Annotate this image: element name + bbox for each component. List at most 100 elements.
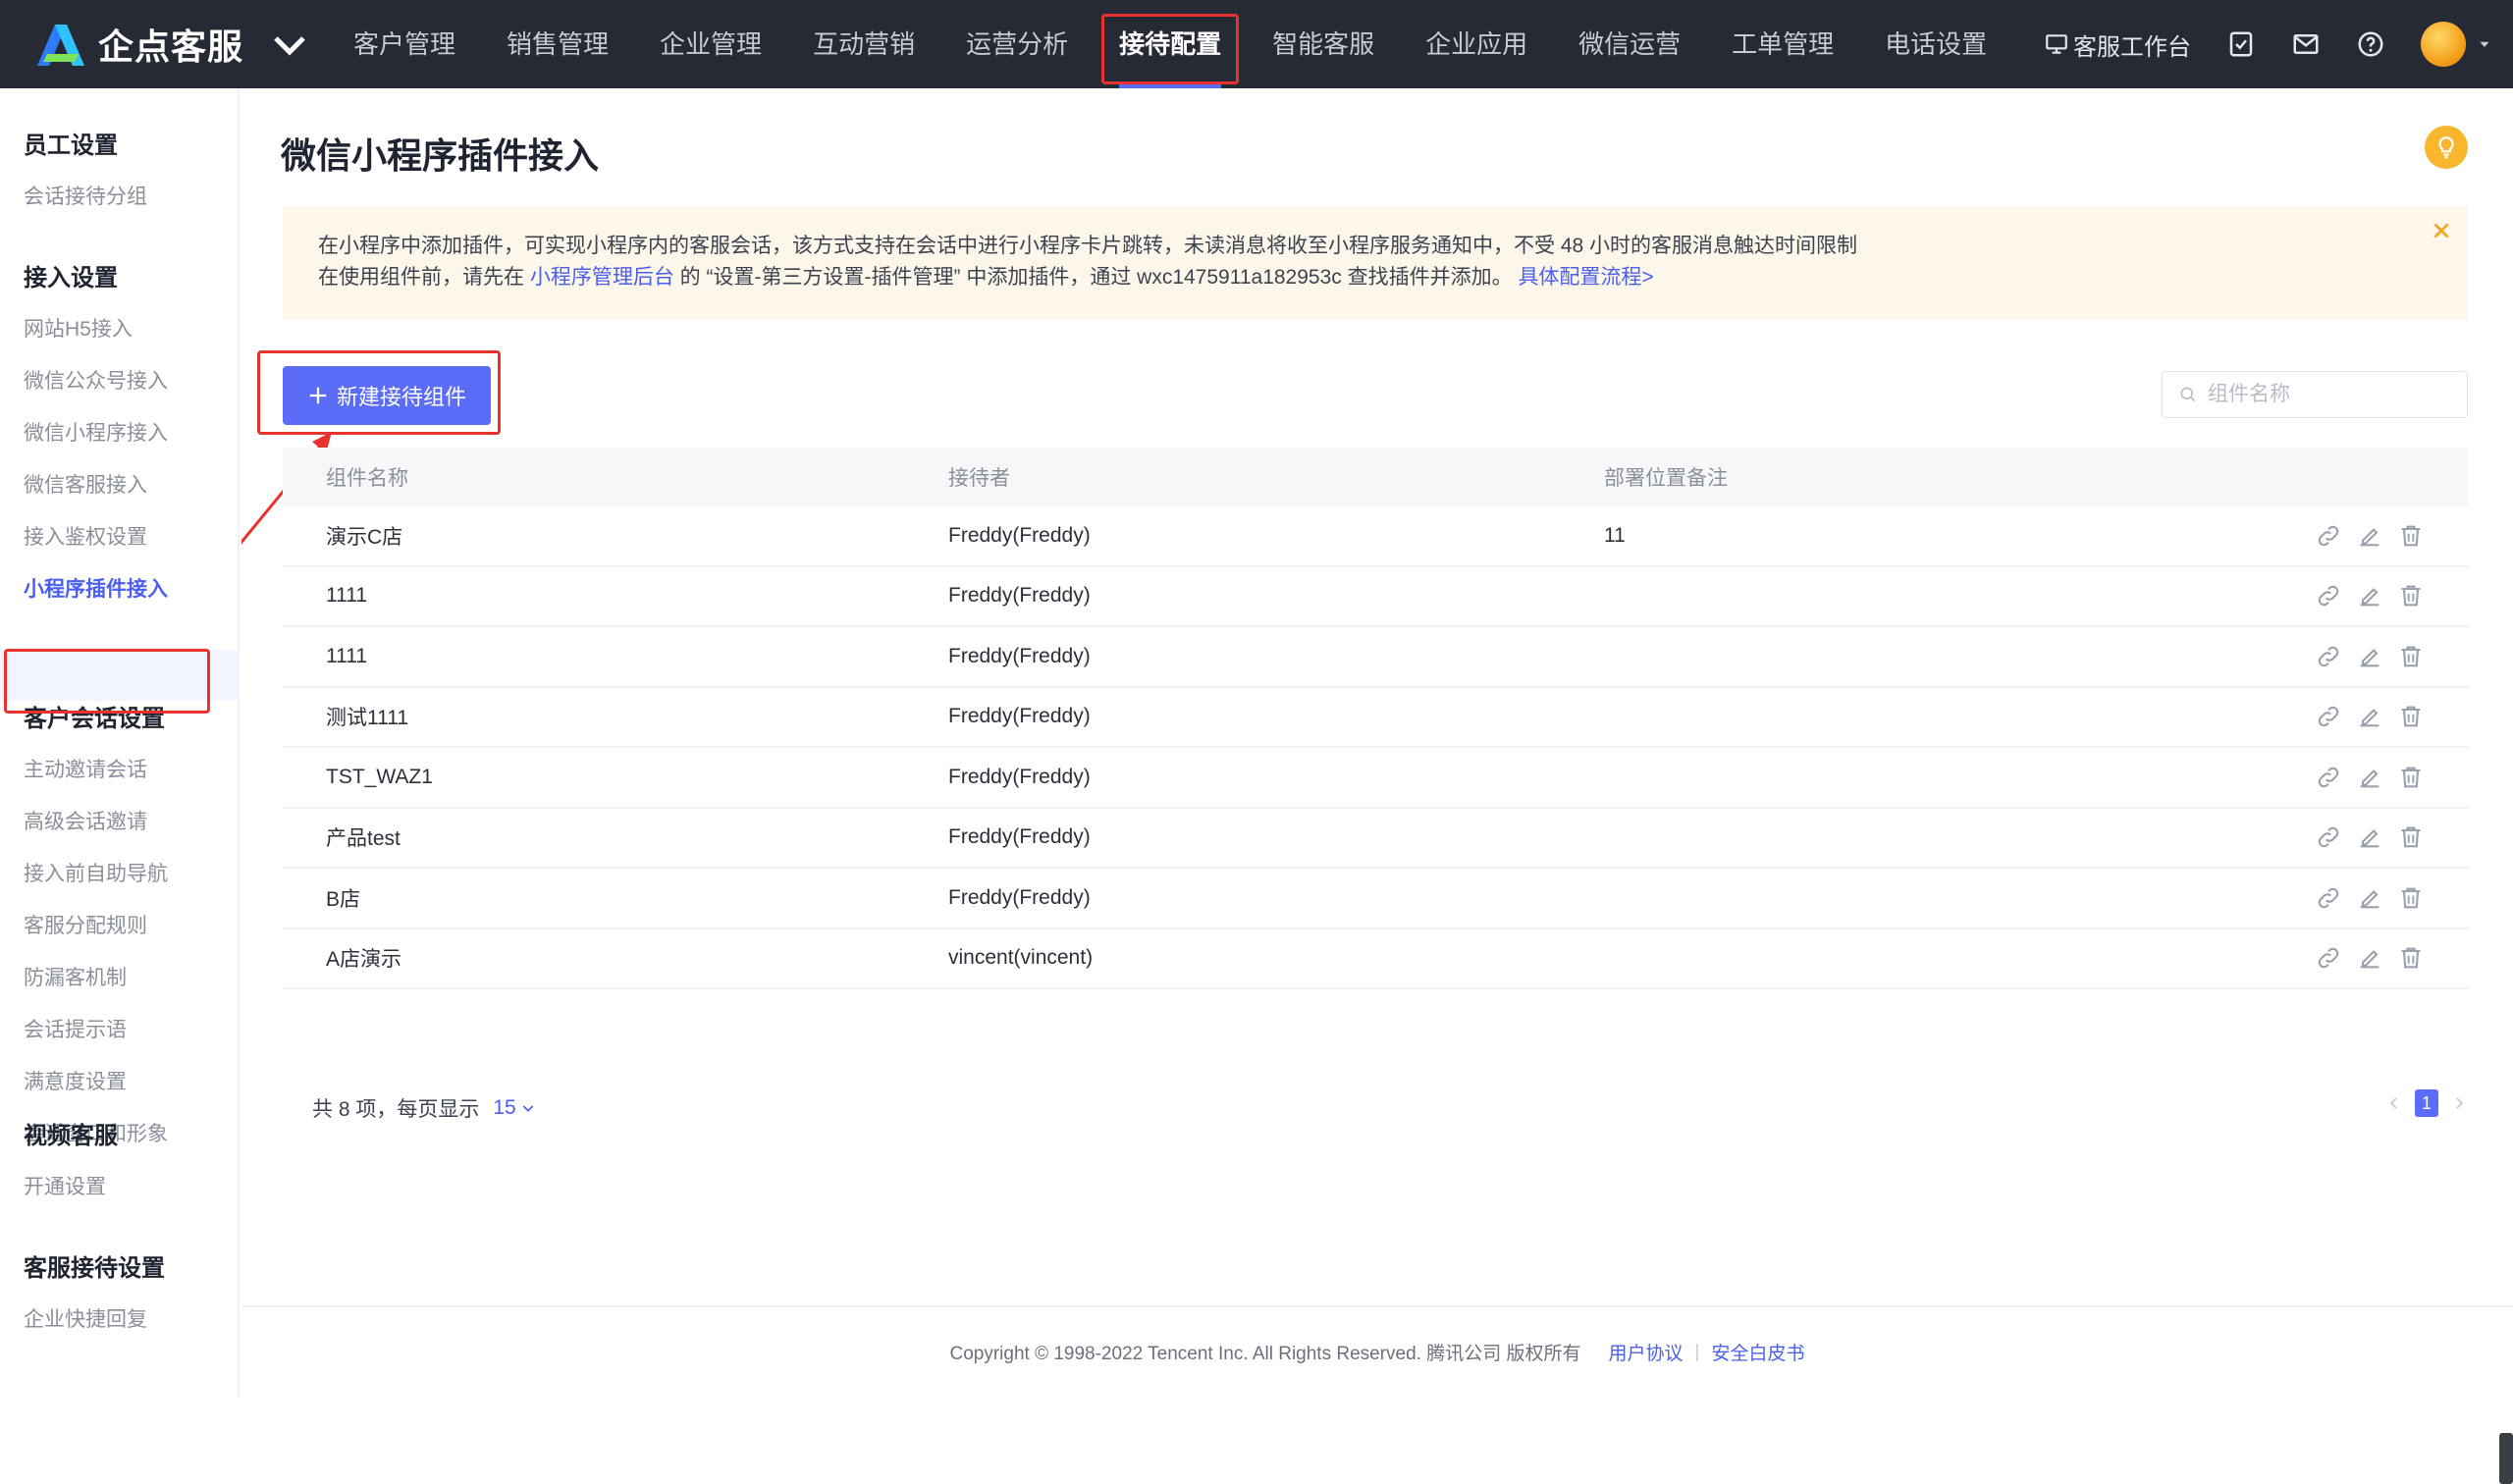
- sidebar-item[interactable]: 网站H5接入: [24, 313, 133, 343]
- trash-icon[interactable]: [2397, 582, 2425, 610]
- edit-icon[interactable]: [2356, 884, 2383, 912]
- link-icon[interactable]: [2315, 823, 2342, 851]
- trash-icon[interactable]: [2397, 643, 2425, 670]
- table-row: A店演示 vincent(vincent): [283, 929, 2468, 989]
- search-input[interactable]: [2208, 383, 2453, 406]
- page-title: 微信小程序插件接入: [281, 135, 600, 176]
- help-icon[interactable]: [2356, 29, 2385, 59]
- sidebar-item[interactable]: 高级会话邀请: [24, 806, 147, 835]
- highlight-box: [4, 649, 210, 714]
- edit-icon[interactable]: [2356, 703, 2383, 730]
- nav-item-2[interactable]: 企业管理: [660, 0, 762, 88]
- trash-icon[interactable]: [2397, 823, 2425, 851]
- cell-name: 测试1111: [326, 707, 409, 730]
- sidebar-item[interactable]: 微信小程序接入: [24, 417, 168, 447]
- pagination-info: 共 8 项，每页显示 15: [312, 1093, 536, 1123]
- brand-logo[interactable]: 企点客服: [33, 0, 318, 88]
- scrollbar-thumb[interactable]: [2499, 1433, 2513, 1484]
- sidebar-item[interactable]: 微信客服接入: [24, 469, 147, 499]
- mail-icon[interactable]: [2291, 29, 2321, 59]
- sidebar-item[interactable]: 小程序插件接入: [24, 573, 168, 603]
- component-search[interactable]: [2162, 371, 2468, 418]
- cell-name: A店演示: [326, 948, 402, 972]
- link-icon[interactable]: [2315, 944, 2342, 972]
- edit-icon[interactable]: [2356, 643, 2383, 670]
- sidebar-item[interactable]: 开通设置: [24, 1171, 106, 1200]
- cell-receiver: Freddy(Freddy): [948, 765, 1091, 788]
- chevron-down-icon[interactable]: [261, 21, 318, 68]
- nav-item-4[interactable]: 运营分析: [966, 0, 1068, 88]
- sidebar-item[interactable]: 企业快捷回复: [24, 1303, 147, 1333]
- table-body: 演示C店 Freddy(Freddy) 11 1111 Freddy(Freddy) 11…: [283, 506, 2468, 989]
- cell-name: 1111: [326, 644, 368, 667]
- avatar[interactable]: [2421, 22, 2466, 67]
- chevron-left-icon[interactable]: [2385, 1094, 2403, 1112]
- sidebar-group-title: 员工设置: [24, 132, 118, 159]
- brand-name: 企点客服: [98, 26, 244, 67]
- workbench-link[interactable]: 客服工作台: [2044, 27, 2191, 62]
- edit-icon[interactable]: [2356, 764, 2383, 791]
- sidebar-item[interactable]: 客服分配规则: [24, 910, 147, 939]
- tips-button[interactable]: [2425, 126, 2468, 169]
- close-icon[interactable]: [2429, 218, 2454, 243]
- link-icon[interactable]: [2315, 764, 2342, 791]
- task-check-icon[interactable]: [2226, 29, 2256, 59]
- sidebar-item[interactable]: 会话提示语: [24, 1014, 127, 1043]
- footer-divider: |: [1694, 1341, 1700, 1362]
- nav-item-0[interactable]: 客户管理: [353, 0, 455, 88]
- row-actions: [2301, 522, 2425, 550]
- nav-item-label: 微信运营: [1578, 29, 1682, 59]
- sidebar-item[interactable]: 主动邀请会话: [24, 754, 147, 783]
- sidebar-item[interactable]: 会话接待分组: [24, 181, 147, 210]
- config-guide-link[interactable]: 具体配置流程>: [1518, 266, 1653, 289]
- trash-icon[interactable]: [2397, 522, 2425, 550]
- nav-item-6[interactable]: 智能客服: [1272, 0, 1374, 88]
- nav-item-1[interactable]: 销售管理: [507, 0, 609, 88]
- sidebar-item[interactable]: 微信公众号接入: [24, 365, 168, 395]
- main-nav: 客户管理 销售管理 企业管理 互动营销 运营分析 接待配置 智能客服 企业应用 微信运营 工单管理…: [353, 0, 2038, 88]
- nav-item-10[interactable]: 电话设置: [1885, 0, 1987, 88]
- nav-item-label: 企业应用: [1425, 29, 1528, 59]
- notice-banner: 在小程序中添加插件，可实现小程序内的客服会话，该方式支持在会话中进行小程序卡片跳…: [283, 206, 2468, 320]
- sidebar-item[interactable]: 接入鉴权设置: [24, 521, 147, 551]
- new-component-button[interactable]: 新建接待组件: [283, 366, 491, 425]
- nav-item-5[interactable]: 接待配置: [1101, 0, 1240, 88]
- sidebar-item[interactable]: 防漏客机制: [24, 962, 127, 991]
- row-actions: [2301, 703, 2425, 730]
- trash-icon[interactable]: [2397, 764, 2425, 791]
- link-icon[interactable]: [2315, 582, 2342, 610]
- nav-item-8[interactable]: 微信运营: [1578, 0, 1681, 88]
- security-whitepaper-link[interactable]: 安全白皮书: [1711, 1339, 1804, 1365]
- link-icon[interactable]: [2315, 884, 2342, 912]
- link-icon[interactable]: [2315, 522, 2342, 550]
- edit-icon[interactable]: [2356, 522, 2383, 550]
- sidebar-group-title: 接入设置: [24, 265, 118, 292]
- edit-icon[interactable]: [2356, 944, 2383, 972]
- edit-icon[interactable]: [2356, 823, 2383, 851]
- nav-item-7[interactable]: 企业应用: [1425, 0, 1527, 88]
- miniprogram-admin-link[interactable]: 小程序管理后台: [530, 266, 674, 289]
- page-size-select[interactable]: 15: [493, 1096, 535, 1120]
- user-agreement-link[interactable]: 用户协议: [1609, 1339, 1684, 1365]
- chevron-right-icon[interactable]: [2450, 1094, 2468, 1112]
- edit-icon[interactable]: [2356, 582, 2383, 610]
- sidebar-item[interactable]: 接入前自助导航: [24, 858, 168, 887]
- trash-icon[interactable]: [2397, 884, 2425, 912]
- nav-item-9[interactable]: 工单管理: [1732, 0, 1834, 88]
- trash-icon[interactable]: [2397, 944, 2425, 972]
- notice-text: 的 “设置-第三方设置-插件管理” 中添加插件，通过 wxc1475911a18…: [673, 266, 1519, 289]
- copyright-text: Copyright © 1998-2022 Tencent Inc. All R…: [949, 1344, 1581, 1364]
- sidebar-item[interactable]: 满意度设置: [24, 1066, 127, 1095]
- table-row: 测试1111 Freddy(Freddy): [283, 688, 2468, 748]
- nav-item-3[interactable]: 互动营销: [813, 0, 915, 88]
- trash-icon[interactable]: [2397, 703, 2425, 730]
- link-icon[interactable]: [2315, 703, 2342, 730]
- nav-item-label: 互动营销: [813, 29, 916, 59]
- cell-receiver: Freddy(Freddy): [948, 825, 1091, 849]
- cell-name: 1111: [326, 584, 368, 608]
- main-content: 微信小程序插件接入 在小程序中添加插件，可实现小程序内的客服会话，该方式支持在会…: [241, 88, 2513, 1484]
- chevron-down-icon[interactable]: [2476, 35, 2493, 53]
- cell-receiver: Freddy(Freddy): [948, 644, 1091, 667]
- link-icon[interactable]: [2315, 643, 2342, 670]
- page-number-current[interactable]: 1: [2415, 1089, 2438, 1117]
